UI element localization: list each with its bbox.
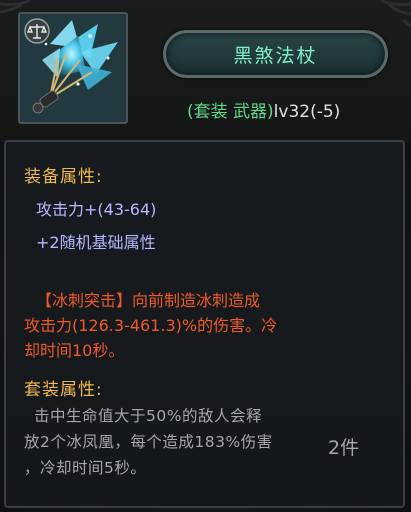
skill-line: 攻击力(126.3-461.3)%的伤害。冷 xyxy=(24,316,278,335)
stat-attack: 攻击力+(43-64) xyxy=(36,200,157,219)
item-name-banner: 黑煞法杖 xyxy=(163,30,388,78)
item-level: lv32(-5) xyxy=(273,102,341,122)
set-bonus-line: ，冷却时间5秒。 xyxy=(24,459,147,477)
skill-line: 却时间10秒。 xyxy=(24,341,125,360)
item-subtitle: (套装 武器)lv32(-5) xyxy=(187,97,340,122)
attributes-title: 装备属性: xyxy=(24,167,103,187)
item-icon-slot[interactable] xyxy=(18,12,128,124)
set-bonus-description: 击中生命值大于50%的敌人会释 放2个冰凤凰，每个造成183%伤害 ，冷却时间5… xyxy=(24,403,344,481)
set-bonus-line: 击中生命值大于50%的敌人会释 xyxy=(34,407,262,425)
stat-random-attributes: +2随机基础属性 xyxy=(36,233,156,252)
set-tag: (套装 武器) xyxy=(187,102,274,122)
skill-description: 【冰刺突击】向前制造冰刺造成 攻击力(126.3-461.3)%的伤害。冷 却时… xyxy=(24,288,384,363)
balance-scale-icon xyxy=(24,18,50,44)
item-tooltip: 黑煞法杖 (套装 武器)lv32(-5) 装备属性: 攻击力+(43-64) +… xyxy=(0,0,411,512)
set-bonus-title: 套装属性: xyxy=(24,380,103,400)
item-name: 黑煞法杖 xyxy=(233,44,318,67)
set-bonus-line: 放2个冰凤凰，每个造成183%伤害 xyxy=(24,433,273,451)
set-piece-count: 2件 xyxy=(328,437,360,459)
skill-line: 【冰刺突击】向前制造冰刺造成 xyxy=(36,291,261,310)
